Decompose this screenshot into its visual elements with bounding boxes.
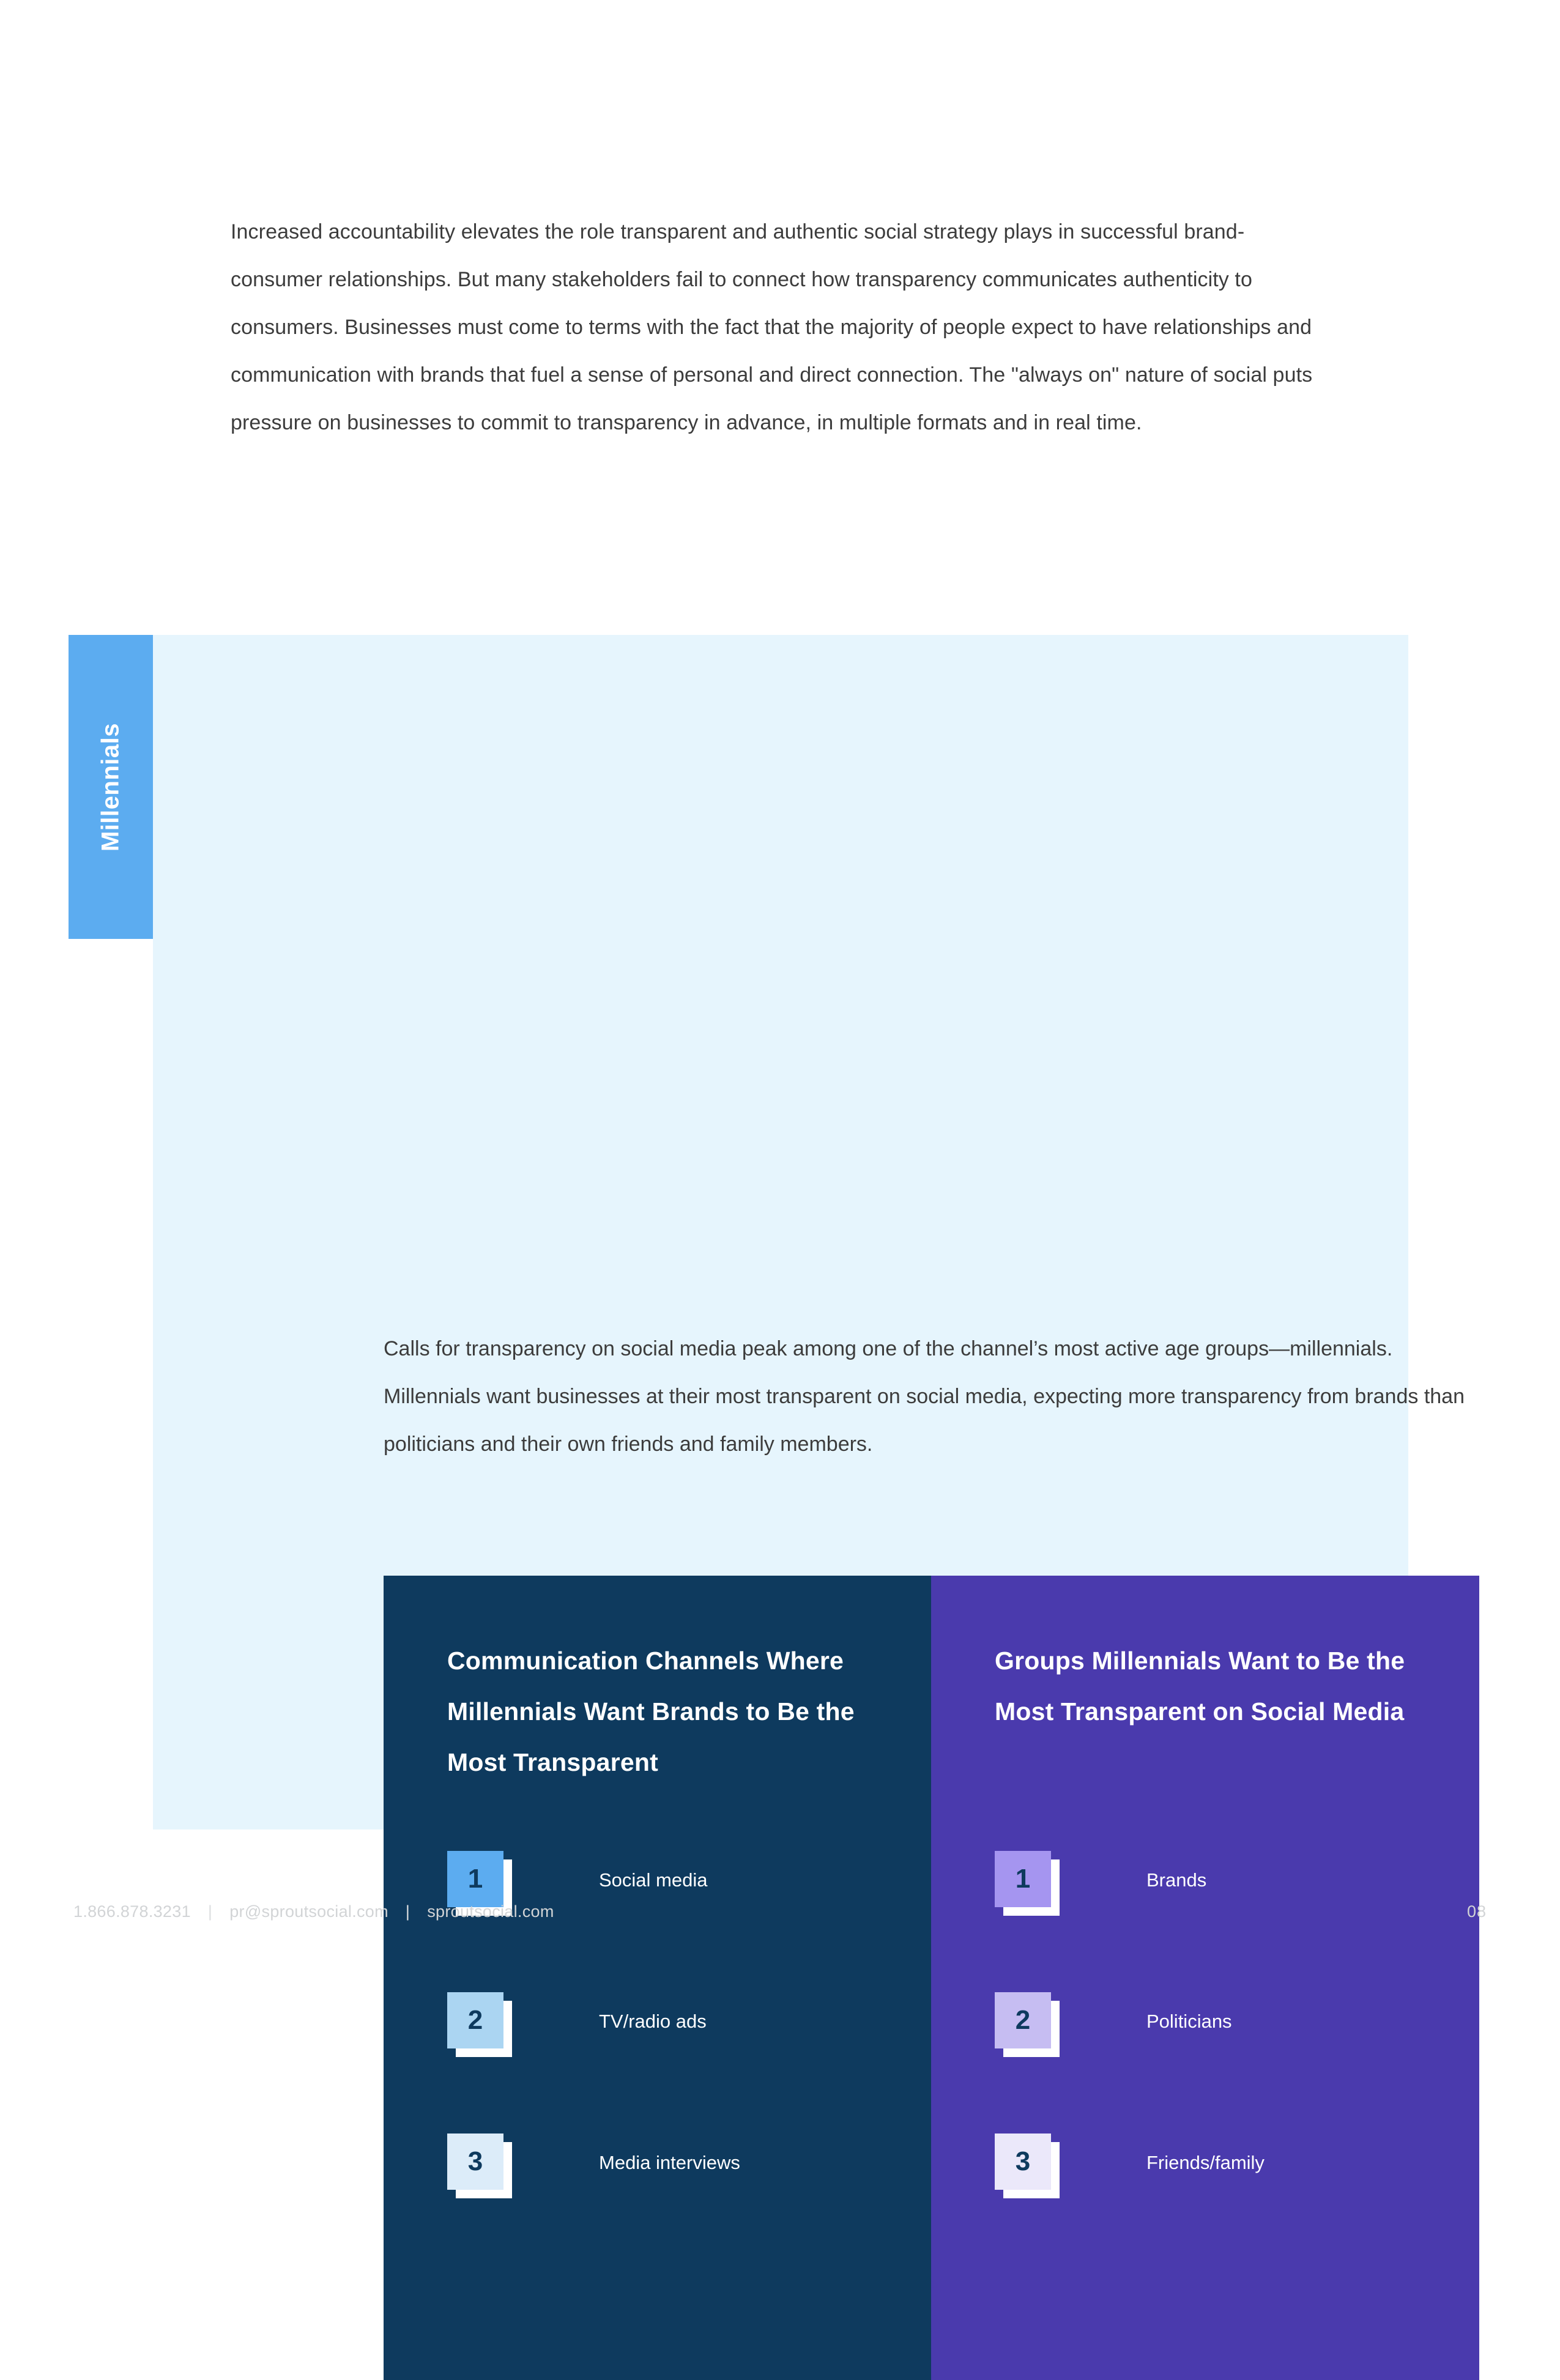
rank-label: Media interviews xyxy=(599,2152,740,2173)
rank-number-badge: 1 xyxy=(995,1851,1051,1907)
millennials-section-band: Calls for transparency on social media p… xyxy=(153,635,1479,2380)
rank-number-badge: 1 xyxy=(447,1851,503,1907)
rank-card-2: 2 xyxy=(995,1992,1060,2057)
groups-millennials-panel: Groups Millennials Want to Be the Most T… xyxy=(931,1576,1479,2380)
rank-label: Social media xyxy=(599,1869,708,1891)
page-footer: 1.866.878.3231 | pr@sproutsocial.com | s… xyxy=(73,1902,1487,1921)
list-item: 3 Media interviews xyxy=(447,2133,912,2275)
groups-millennials-heading: Groups Millennials Want to Be the Most T… xyxy=(995,1647,1405,1726)
footer-separator-2: | xyxy=(405,1902,410,1921)
footer-website[interactable]: sproutsocial.com xyxy=(427,1902,554,1921)
footer-separator-1: | xyxy=(207,1902,213,1921)
rank-label: Brands xyxy=(1146,1869,1207,1891)
footer-email[interactable]: pr@sproutsocial.com xyxy=(229,1902,388,1921)
millennials-paragraph: Calls for transparency on social media p… xyxy=(384,1337,1465,1456)
rank-number-badge: 2 xyxy=(447,1992,503,2048)
rank-label: Politicians xyxy=(1146,2011,1232,2032)
rank-card-3: 3 xyxy=(995,2133,1060,2198)
rank-card-2: 2 xyxy=(447,1992,512,2057)
list-item: 1 Social media xyxy=(447,1851,912,1992)
rank-label: TV/radio ads xyxy=(599,2011,707,2032)
communication-channels-heading: Communication Channels Where Millennials… xyxy=(447,1647,855,1776)
millennials-side-tab-label: Millennials xyxy=(97,722,124,851)
rank-number-badge: 3 xyxy=(995,2133,1051,2190)
rank-label: Friends/family xyxy=(1146,2152,1265,2173)
rank-number-badge: 3 xyxy=(447,2133,503,2190)
list-item: 1 Brands xyxy=(995,1851,1460,1992)
millennials-side-tab: Millennials xyxy=(69,635,153,939)
communication-channels-panel: Communication Channels Where Millennials… xyxy=(384,1576,931,2380)
page-number: 08 xyxy=(1466,1902,1487,1921)
footer-phone: 1.866.878.3231 xyxy=(73,1902,191,1921)
intro-paragraph: Increased accountability elevates the ro… xyxy=(231,220,1313,434)
transparency-data-panel: Communication Channels Where Millennials… xyxy=(384,1576,1479,2380)
list-item: 2 Politicians xyxy=(995,1992,1460,2133)
rank-card-3: 3 xyxy=(447,2133,512,2198)
list-item: 2 TV/radio ads xyxy=(447,1992,912,2133)
list-item: 3 Friends/family xyxy=(995,2133,1460,2275)
rank-number-badge: 2 xyxy=(995,1992,1051,2048)
